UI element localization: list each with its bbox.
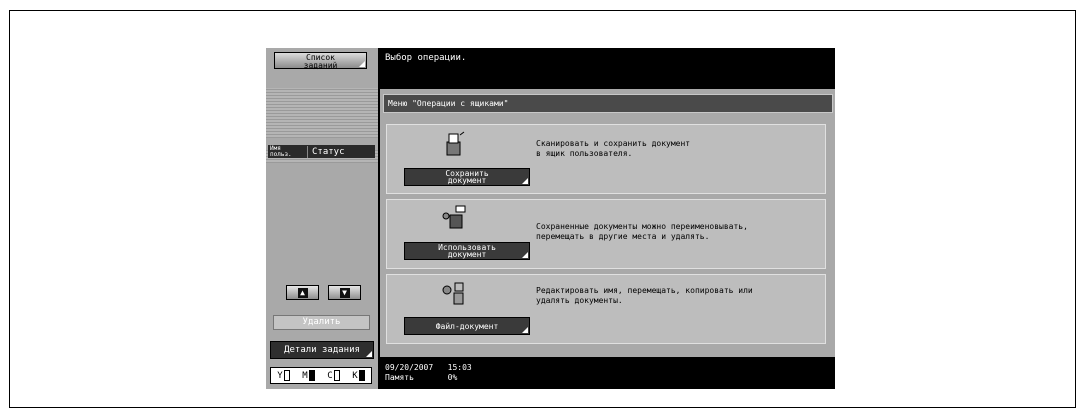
use-document-button[interactable]: Использовать документ <box>404 242 530 260</box>
status-column-header: Статус <box>312 146 345 157</box>
file-document-icon <box>442 282 464 305</box>
save-description: Сканировать и сохранить документ в ящик … <box>536 139 691 158</box>
file-document-button[interactable]: Файл-документ <box>404 317 530 335</box>
menu-title: Меню "Операции с ящиками" <box>383 94 833 113</box>
operation-message: Выбор операции. <box>385 53 467 63</box>
status-bar: 09/20/2007 15:03 Память 0% <box>385 363 472 383</box>
memory-label: Память <box>385 373 414 382</box>
job-details-button[interactable]: Детали задания <box>270 341 374 359</box>
delete-button[interactable]: Удалить <box>273 315 370 330</box>
user-column-header: Имя польз. <box>268 145 308 158</box>
use-description: Сохраненные документы можно переименовыв… <box>536 222 748 241</box>
toner-y: Y <box>277 370 290 381</box>
toner-levels: Y M C K <box>270 367 372 384</box>
menu-item-file: Файл-документ Редактировать имя, перемещ… <box>386 274 826 344</box>
scroll-down-button[interactable]: ▼ <box>328 285 361 300</box>
left-panel <box>266 48 378 389</box>
save-document-icon <box>446 131 465 156</box>
memory-value: 0% <box>447 373 458 382</box>
toner-c: C <box>327 370 340 381</box>
job-table-header: Имя польз. Статус <box>268 145 375 158</box>
arrow-down-icon: ▼ <box>339 287 350 298</box>
use-document-icon <box>442 205 466 229</box>
status-date: 09/20/2007 <box>385 363 434 372</box>
scroll-up-button[interactable]: ▲ <box>286 285 319 300</box>
hatch-area <box>266 88 378 138</box>
file-description: Редактировать имя, перемещать, копироват… <box>536 286 753 305</box>
menu-item-save: Сохранить документ Сканировать и сохранит… <box>386 124 826 194</box>
save-document-button[interactable]: Сохранить документ <box>404 168 530 186</box>
status-time: 15:03 <box>447 363 472 372</box>
toner-k: K <box>352 370 365 381</box>
toner-m: M <box>302 370 315 381</box>
job-list-label-line2: заданий <box>303 61 338 70</box>
arrow-up-icon: ▲ <box>297 287 308 298</box>
job-list-button[interactable]: Список заданий <box>274 52 367 70</box>
menu-item-use: Использовать документ Сохраненные докумен… <box>386 199 826 269</box>
